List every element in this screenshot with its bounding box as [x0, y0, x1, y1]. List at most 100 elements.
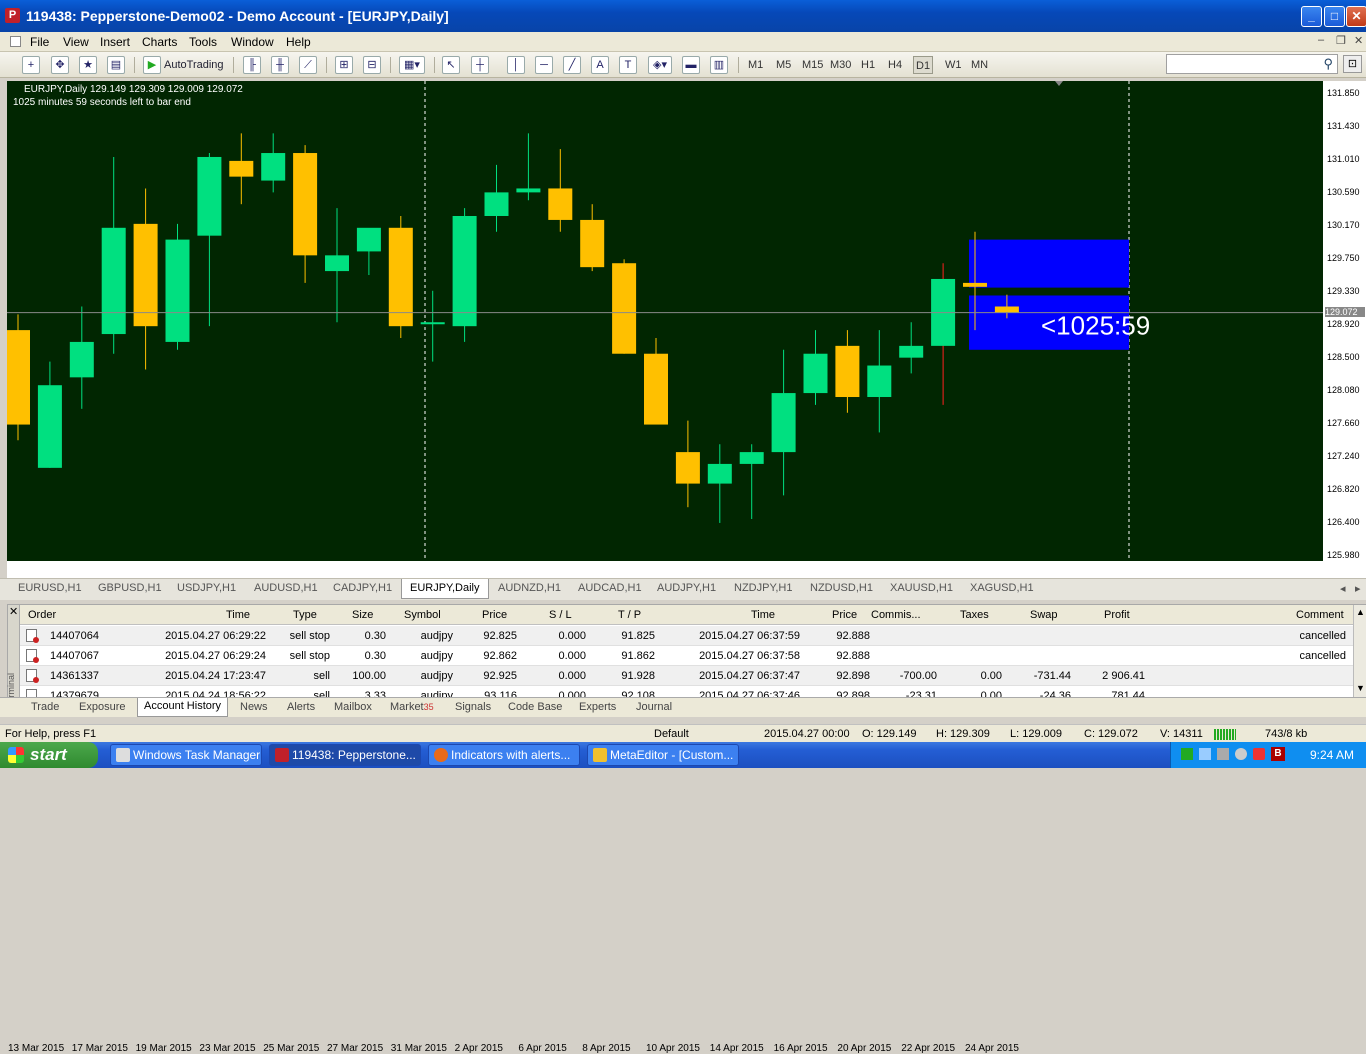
trendline-icon[interactable]: ╱	[563, 56, 581, 74]
tray-network-icon[interactable]	[1199, 748, 1211, 760]
tab-code-base[interactable]: Code Base	[508, 701, 562, 713]
chart-tab-nzdjpy[interactable]: NZDJPY,H1	[734, 582, 792, 594]
col-commission[interactable]: Commis...	[871, 609, 921, 621]
crosshair-nav-icon[interactable]: ✥	[51, 56, 69, 74]
tab-signals[interactable]: Signals	[455, 701, 491, 713]
chart-tab-nzdusd[interactable]: NZDUSD,H1	[810, 582, 873, 594]
zoom-out-icon[interactable]: ⊟	[363, 56, 381, 74]
chart-tab-audcad[interactable]: AUDCAD,H1	[578, 582, 642, 594]
timeframe-mn[interactable]: MN	[971, 56, 988, 74]
task-pepperstone[interactable]: 119438: Pepperstone...	[269, 744, 421, 766]
scroll-down-icon[interactable]: ▼	[1356, 683, 1365, 693]
tray-app-icon[interactable]	[1181, 748, 1193, 760]
history-row[interactable]: 14407064 2015.04.27 06:29:22 sell stop 0.30…	[20, 626, 1353, 646]
col-order[interactable]: Order	[28, 609, 56, 621]
tray-security-icon[interactable]	[1253, 748, 1265, 760]
col-time[interactable]: Time	[226, 609, 250, 621]
history-row[interactable]: 14407067 2015.04.27 06:29:24 sell stop 0.30…	[20, 646, 1353, 666]
tab-account-history[interactable]: Account History	[137, 698, 229, 717]
tab-mailbox[interactable]: Mailbox	[334, 701, 372, 713]
tab-news[interactable]: News	[240, 701, 268, 713]
text-icon[interactable]: A	[591, 56, 609, 74]
mdi-minimize-icon[interactable]: –	[1318, 34, 1324, 46]
terminal-scrollbar[interactable]: ▲ ▼	[1353, 605, 1366, 697]
bar-chart-icon[interactable]: ╟	[243, 56, 261, 74]
search-input[interactable]: ⚲	[1166, 54, 1338, 74]
community-icon[interactable]: ⊡	[1343, 55, 1362, 73]
close-button[interactable]: ✕	[1346, 6, 1366, 27]
chart-tab-gbpusd[interactable]: GBPUSD,H1	[98, 582, 162, 594]
terminal-close-icon[interactable]: ✕	[9, 605, 18, 618]
tray-display-icon[interactable]	[1217, 748, 1229, 760]
chart-tab-eurusd[interactable]: EURUSD,H1	[18, 582, 82, 594]
col-swap[interactable]: Swap	[1030, 609, 1058, 621]
shapes-icon[interactable]: ◈▾	[648, 56, 672, 74]
chart-tab-cadjpy[interactable]: CADJPY,H1	[333, 582, 392, 594]
navigator-icon[interactable]: ▤	[107, 56, 125, 74]
chart-tab-audjpy[interactable]: AUDJPY,H1	[657, 582, 716, 594]
col-comment[interactable]: Comment	[1296, 609, 1344, 621]
chart-tab-audusd[interactable]: AUDUSD,H1	[254, 582, 318, 594]
tray-b-icon[interactable]: B	[1271, 747, 1285, 761]
col-type[interactable]: Type	[293, 609, 317, 621]
tab-scroll-right-icon[interactable]: ▸	[1355, 582, 1361, 595]
timeframe-m15[interactable]: M15	[802, 56, 823, 74]
col-profit[interactable]: Profit	[1104, 609, 1130, 621]
col-symbol[interactable]: Symbol	[404, 609, 441, 621]
tab-trade[interactable]: Trade	[31, 701, 59, 713]
chart-tab-usdjpy[interactable]: USDJPY,H1	[177, 582, 236, 594]
mdi-close-icon[interactable]: ✕	[1354, 34, 1363, 47]
search-icon[interactable]: ⚲	[1323, 56, 1333, 72]
vertical-line-icon[interactable]: │	[507, 56, 525, 74]
document-icon[interactable]	[10, 36, 21, 47]
col-close-price[interactable]: Price	[832, 609, 857, 621]
tab-journal[interactable]: Journal	[636, 701, 672, 713]
menu-help[interactable]: Help	[286, 35, 311, 49]
minimize-button[interactable]: _	[1301, 6, 1322, 27]
horizontal-line-icon[interactable]: ─	[535, 56, 553, 74]
col-close-time[interactable]: Time	[751, 609, 775, 621]
col-taxes[interactable]: Taxes	[960, 609, 989, 621]
templates-icon[interactable]: ▦▾	[399, 56, 425, 74]
timeframe-d1[interactable]: D1	[913, 56, 934, 74]
timeframe-h4[interactable]: H4	[888, 56, 902, 74]
text-label-icon[interactable]: T	[619, 56, 637, 74]
menu-insert[interactable]: Insert	[100, 35, 130, 49]
tray-sound-icon[interactable]	[1235, 748, 1247, 760]
col-price[interactable]: Price	[482, 609, 507, 621]
zoom-in-icon[interactable]: ⊞	[335, 56, 353, 74]
scroll-up-icon[interactable]: ▲	[1356, 607, 1365, 617]
task-task-manager[interactable]: Windows Task Manager	[110, 744, 262, 766]
timeframe-w1[interactable]: W1	[945, 56, 962, 74]
rectangle-icon[interactable]: ▬	[682, 56, 700, 74]
task-metaeditor[interactable]: MetaEditor - [Custom...	[587, 744, 739, 766]
autotrading-icon[interactable]: ▶	[143, 56, 161, 74]
timeframe-m30[interactable]: M30	[830, 56, 851, 74]
start-button[interactable]: start	[0, 742, 98, 768]
new-chart-icon[interactable]: +	[22, 56, 40, 74]
menu-file[interactable]: File	[30, 35, 49, 49]
tab-market[interactable]: Market35	[390, 701, 434, 713]
favorites-icon[interactable]: ★	[79, 56, 97, 74]
timeframe-m1[interactable]: M1	[748, 56, 763, 74]
candlestick-icon[interactable]: ╫	[271, 56, 289, 74]
chart-tab-xagusd[interactable]: XAGUSD,H1	[970, 582, 1034, 594]
col-sl[interactable]: S / L	[549, 609, 572, 621]
tab-alerts[interactable]: Alerts	[287, 701, 315, 713]
menu-window[interactable]: Window	[231, 35, 274, 49]
timeframe-m5[interactable]: M5	[776, 56, 791, 74]
timeframe-h1[interactable]: H1	[861, 56, 875, 74]
tab-scroll-left-icon[interactable]: ◂	[1340, 582, 1346, 595]
chart-tab-eurjpy[interactable]: EURJPY,Daily	[401, 579, 489, 599]
mdi-restore-icon[interactable]: ❐	[1336, 34, 1346, 47]
task-browser[interactable]: Indicators with alerts...	[428, 744, 580, 766]
menu-view[interactable]: View	[63, 35, 89, 49]
menu-tools[interactable]: Tools	[189, 35, 217, 49]
line-chart-icon[interactable]: ⟋	[299, 56, 317, 74]
autotrading-button[interactable]: AutoTrading	[164, 56, 224, 74]
chart-tab-audnzd[interactable]: AUDNZD,H1	[498, 582, 561, 594]
cursor-icon[interactable]: ↖	[442, 56, 460, 74]
menu-charts[interactable]: Charts	[142, 35, 177, 49]
tab-experts[interactable]: Experts	[579, 701, 616, 713]
maximize-button[interactable]: □	[1324, 6, 1345, 27]
